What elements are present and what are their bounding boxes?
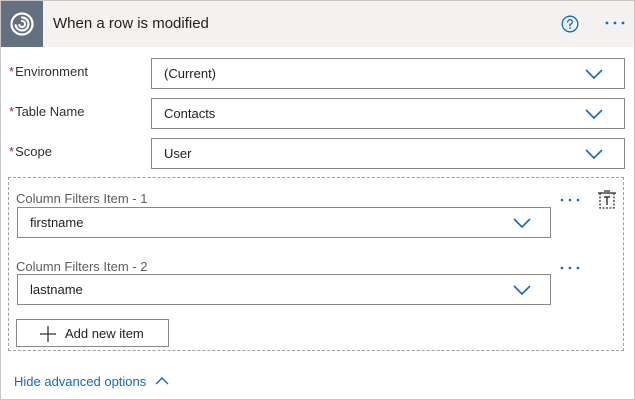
delete-item-icon[interactable] — [597, 190, 617, 212]
column-filter-2-value: lastname — [30, 282, 83, 297]
chevron-down-icon — [585, 69, 603, 80]
chevron-down-icon — [513, 285, 531, 296]
more-horizontal-icon[interactable] — [603, 14, 627, 32]
table-name-dropdown[interactable]: Contacts — [151, 98, 625, 129]
column-filter-2-label: Column Filters Item - 2 — [16, 259, 148, 274]
environment-dropdown[interactable]: (Current) — [151, 58, 625, 89]
trigger-title: When a row is modified — [53, 15, 209, 32]
environment-value: (Current) — [164, 66, 217, 81]
environment-label-text: Environment — [15, 64, 89, 79]
trigger-card: When a row is modified *Environment (Cur… — [0, 0, 635, 400]
add-new-item-button[interactable]: Add new item — [16, 319, 169, 347]
scope-label: *Scope — [9, 144, 52, 159]
more-horizontal-icon[interactable] — [559, 195, 581, 205]
column-filter-2-dropdown[interactable]: lastname — [17, 274, 551, 305]
scope-value: User — [164, 146, 192, 161]
plus-icon — [40, 326, 56, 342]
table-name-label-text: Table Name — [15, 104, 85, 119]
required-marker: * — [9, 144, 15, 159]
scope-label-text: Scope — [15, 144, 52, 159]
table-name-label: *Table Name — [9, 104, 84, 119]
chevron-down-icon — [513, 218, 531, 229]
required-marker: * — [9, 64, 15, 79]
dataverse-icon — [1, 1, 43, 47]
column-filter-1-label: Column Filters Item - 1 — [16, 191, 148, 206]
column-filter-1-value: firstname — [30, 215, 84, 230]
column-filter-1-dropdown[interactable]: firstname — [17, 207, 551, 238]
add-new-item-label: Add new item — [65, 326, 144, 341]
hide-advanced-options-link[interactable]: Hide advanced options — [14, 374, 146, 389]
chevron-down-icon — [585, 149, 603, 160]
chevron-up-icon[interactable] — [155, 376, 169, 386]
environment-label: *Environment — [9, 64, 88, 79]
help-circle-icon[interactable] — [561, 15, 579, 33]
scope-dropdown[interactable]: User — [151, 138, 625, 169]
more-horizontal-icon[interactable] — [559, 263, 581, 273]
card-header[interactable]: When a row is modified — [1, 1, 634, 47]
required-marker: * — [9, 104, 15, 119]
chevron-down-icon — [585, 109, 603, 120]
table-name-value: Contacts — [164, 106, 216, 121]
